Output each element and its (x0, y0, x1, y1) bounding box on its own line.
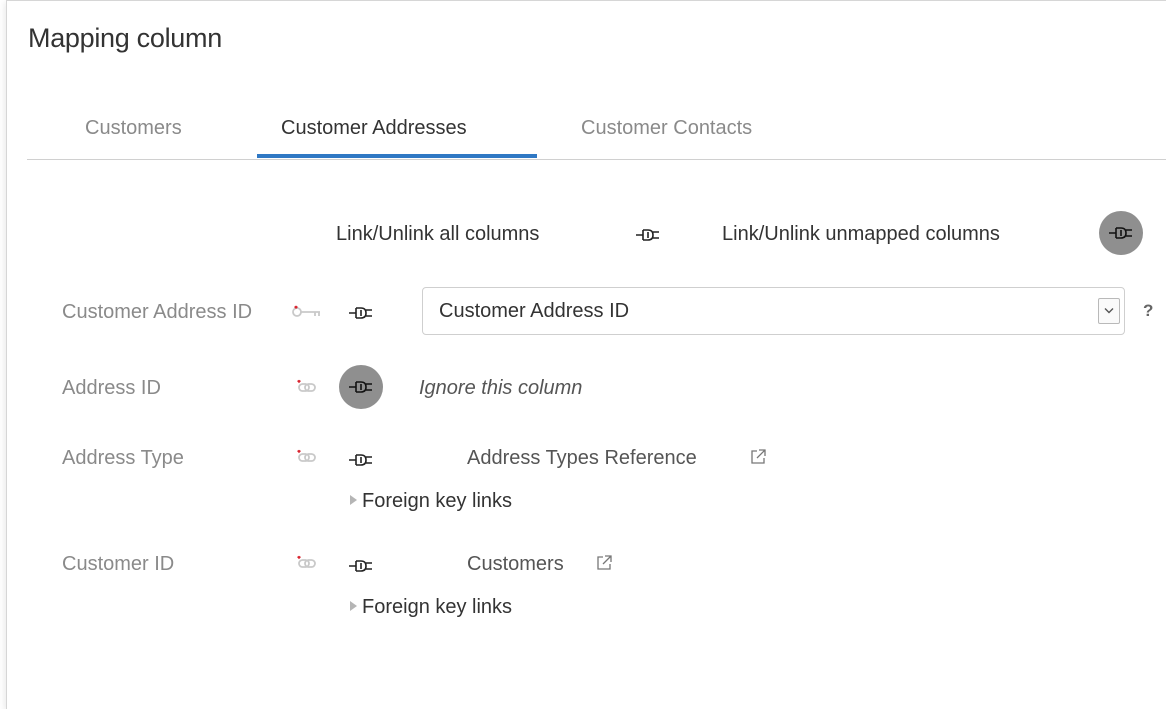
row-label-address-id: Address ID (62, 377, 161, 399)
link-all-plug-icon[interactable] (635, 225, 661, 245)
row-address-id-plug-icon[interactable] (339, 365, 383, 409)
foreign-key-icon (297, 449, 316, 462)
link-all-label: Link/Unlink all columns (336, 223, 540, 245)
foreign-key-icon (297, 379, 316, 392)
customers-reference-link[interactable]: Customers (467, 553, 564, 576)
tab-customers[interactable]: Customers (85, 117, 182, 140)
external-link-icon[interactable] (749, 448, 767, 466)
address-types-reference-link[interactable]: Address Types Reference (467, 447, 697, 470)
foreign-key-links-label: Foreign key links (362, 490, 513, 512)
row-label-address-type: Address Type (62, 447, 184, 469)
triangle-right-icon (350, 601, 357, 611)
foreign-key-icon (297, 555, 316, 568)
column-select[interactable]: Customer Address ID (422, 287, 1125, 335)
foreign-key-links-label: Foreign key links (362, 596, 513, 618)
column-select-value: Customer Address ID (439, 300, 630, 322)
ignore-column-text: Ignore this column (419, 377, 583, 399)
triangle-right-icon (350, 495, 357, 505)
external-link-icon[interactable] (595, 554, 613, 572)
tab-bar: Customers Customer Addresses Customer Co… (27, 97, 1166, 160)
row-customer-address-id-plug-icon[interactable] (348, 303, 374, 323)
primary-key-icon (292, 305, 320, 317)
link-unmapped-label: Link/Unlink unmapped columns (722, 223, 1000, 245)
row-customer-id-plug-icon[interactable] (348, 556, 374, 576)
help-icon[interactable]: ? (1143, 301, 1153, 321)
chevron-down-icon[interactable] (1098, 298, 1120, 324)
tab-customer-addresses[interactable]: Customer Addresses (281, 117, 467, 140)
tab-customer-contacts[interactable]: Customer Contacts (581, 117, 752, 140)
row-label-customer-address-id: Customer Address ID (62, 301, 253, 323)
dialog-title: Mapping column (28, 23, 222, 53)
link-unmapped-plug-icon[interactable] (1099, 211, 1143, 255)
active-tab-indicator (257, 154, 537, 158)
foreign-key-links-toggle[interactable]: Foreign key links (350, 596, 512, 619)
row-address-type-plug-icon[interactable] (348, 450, 374, 470)
foreign-key-links-toggle[interactable]: Foreign key links (350, 490, 512, 513)
row-label-customer-id: Customer ID (62, 553, 175, 575)
mapping-column-dialog: Mapping column Customers Customer Addres… (6, 0, 1166, 709)
